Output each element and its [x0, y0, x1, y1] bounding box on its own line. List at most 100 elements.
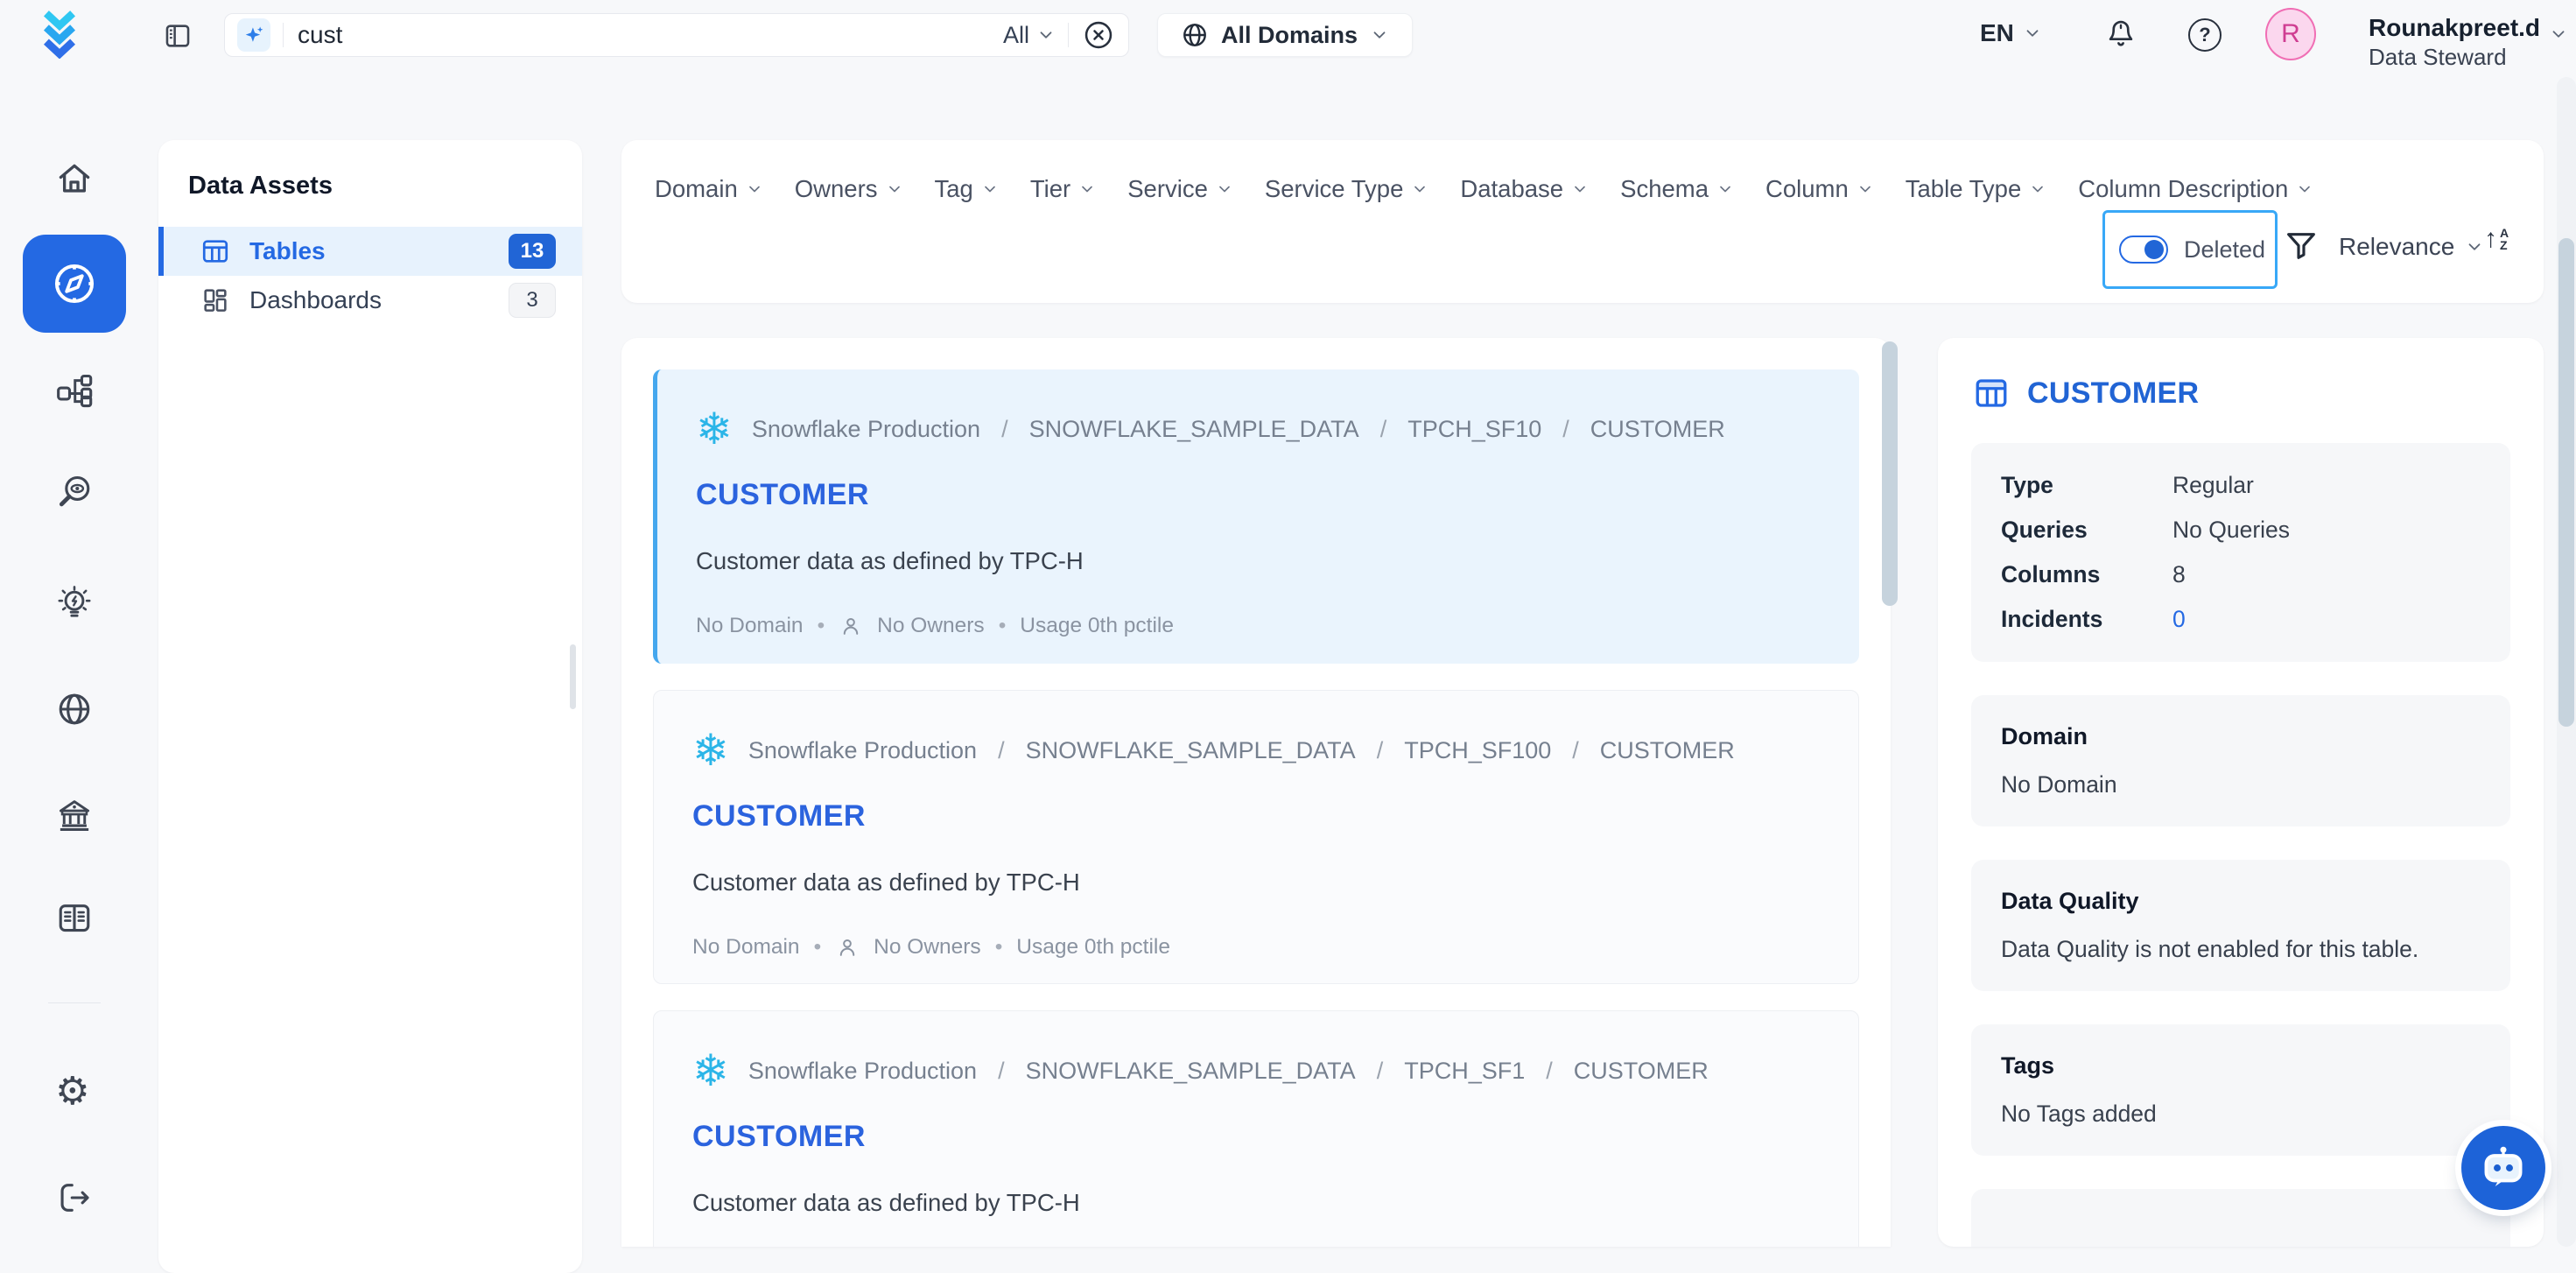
sidebar-item-glossary[interactable]	[55, 899, 94, 938]
filter-owners[interactable]: Owners	[795, 175, 903, 203]
sidebar-item-lineage[interactable]	[55, 371, 94, 410]
sidebar-collapse-button[interactable]	[163, 21, 193, 51]
section-body: No Tags added	[2001, 1101, 2481, 1128]
crumb-service[interactable]: Snowflake Production	[752, 416, 980, 443]
filter-domain[interactable]: Domain	[655, 175, 763, 203]
chevron-down-icon	[1571, 180, 1589, 198]
crumb-table[interactable]: CUSTOMER	[1600, 737, 1735, 764]
deleted-toggle[interactable]	[2119, 236, 2168, 264]
crumb-service[interactable]: Snowflake Production	[748, 1058, 977, 1085]
search-eye-icon	[55, 473, 94, 511]
avatar[interactable]: R	[2265, 8, 2316, 60]
crumb-schema[interactable]: TPCH_SF10	[1407, 416, 1541, 443]
sort-direction-button[interactable]: ↑ A Z	[2484, 226, 2509, 252]
user-menu[interactable]: Rounakpreet.d Data Steward	[2369, 13, 2540, 71]
asset-type-tables[interactable]: Tables 13	[158, 227, 582, 276]
snowflake-icon: ❄	[692, 728, 729, 772]
result-card-tpch-sf10[interactable]: ❄ Snowflake Production / SNOWFLAKE_SAMPL…	[653, 369, 1859, 664]
sort-arrow-icon: ↑	[2484, 226, 2497, 252]
bell-icon	[2104, 18, 2137, 51]
result-meta: No Domain • No Owners • Usage 0th pctile	[696, 614, 1821, 638]
result-description: Customer data as defined by TPC-H	[692, 869, 1820, 897]
sidebar-item-insights[interactable]	[55, 583, 94, 622]
language-dropdown[interactable]: EN	[1980, 19, 2042, 47]
sidebar-divider	[48, 1002, 101, 1003]
summary-title-link[interactable]: CUSTOMER	[2027, 376, 2199, 411]
all-domains-dropdown[interactable]: All Domains	[1157, 13, 1413, 57]
explore-filter-bar: Domain Owners Tag Tier Service Service T…	[621, 140, 2544, 303]
section-title: Domain	[2001, 723, 2481, 750]
crumb-database[interactable]: SNOWFLAKE_SAMPLE_DATA	[1026, 1058, 1356, 1085]
result-card-tpch-sf1[interactable]: ❄ Snowflake Production / SNOWFLAKE_SAMPL…	[653, 1010, 1859, 1247]
sidebar-item-home[interactable]	[55, 159, 94, 198]
sidebar-item-logout[interactable]	[55, 1178, 94, 1217]
result-title-link[interactable]: CUSTOMER	[692, 799, 866, 833]
ai-search-icon[interactable]	[237, 18, 270, 52]
compass-icon	[50, 259, 99, 308]
info-label-queries: Queries	[2001, 516, 2172, 545]
chevron-down-icon	[2549, 25, 2568, 44]
sidebar-item-governance[interactable]	[55, 796, 94, 834]
window-scrollbar-thumb[interactable]	[2558, 238, 2574, 727]
search-scope-label: All	[1003, 22, 1029, 49]
filter-schema[interactable]: Schema	[1620, 175, 1734, 203]
filter-column-description[interactable]: Column Description	[2078, 175, 2313, 203]
info-label-type: Type	[2001, 471, 2172, 500]
filter-funnel-button[interactable]	[2283, 228, 2320, 264]
count-badge: 13	[509, 234, 556, 269]
house-icon	[55, 159, 94, 198]
crumb-database[interactable]: SNOWFLAKE_SAMPLE_DATA	[1026, 737, 1356, 764]
search-clear-button[interactable]	[1081, 18, 1116, 53]
summary-section-partial	[1971, 1189, 2510, 1247]
meta-domain: No Domain	[696, 614, 804, 638]
result-description: Customer data as defined by TPC-H	[696, 547, 1821, 575]
asset-type-dashboards[interactable]: Dashboards 3	[158, 276, 582, 325]
breadcrumb: ❄ Snowflake Production / SNOWFLAKE_SAMPL…	[692, 1048, 1820, 1094]
search-scope-dropdown[interactable]: All	[1003, 22, 1056, 49]
result-title-link[interactable]: CUSTOMER	[692, 1120, 866, 1154]
list-scrollbar-thumb[interactable]	[1882, 341, 1898, 606]
filter-tag[interactable]: Tag	[935, 175, 999, 203]
crumb-table[interactable]: CUSTOMER	[1574, 1058, 1709, 1085]
filter-database[interactable]: Database	[1460, 175, 1589, 203]
sidebar-item-explore[interactable]	[23, 235, 126, 333]
crumb-schema[interactable]: TPCH_SF1	[1404, 1058, 1525, 1085]
crumb-table[interactable]: CUSTOMER	[1590, 416, 1725, 443]
all-domains-label: All Domains	[1221, 22, 1358, 49]
filter-table-type[interactable]: Table Type	[1906, 175, 2047, 203]
chevron-down-icon	[1216, 180, 1233, 198]
avatar-initial: R	[2281, 19, 2300, 49]
crumb-service[interactable]: Snowflake Production	[748, 737, 977, 764]
result-title-link[interactable]: CUSTOMER	[696, 478, 869, 512]
user-menu-chevron[interactable]	[2549, 25, 2568, 44]
gear-icon: ⚙	[55, 1070, 89, 1113]
help-button[interactable]: ?	[2188, 18, 2222, 52]
left-panel-scrollbar-thumb[interactable]	[570, 644, 576, 709]
app-logo[interactable]	[35, 10, 84, 59]
meta-owners: No Owners	[877, 614, 985, 638]
search-results-list: ❄ Snowflake Production / SNOWFLAKE_SAMPL…	[621, 338, 1891, 1247]
clear-icon	[1083, 19, 1114, 51]
search-input[interactable]	[296, 20, 991, 50]
filter-column[interactable]: Column	[1765, 175, 1874, 203]
sidebar-item-settings[interactable]: ⚙	[55, 1073, 94, 1111]
sort-field-dropdown[interactable]: Relevance	[2339, 228, 2484, 266]
global-search: All	[224, 13, 1129, 57]
breadcrumb: ❄ Snowflake Production / SNOWFLAKE_SAMPL…	[692, 728, 1820, 773]
crumb-database[interactable]: SNOWFLAKE_SAMPLE_DATA	[1029, 416, 1359, 443]
incidents-link[interactable]: 0	[2172, 605, 2481, 634]
chat-widget-button[interactable]	[2461, 1126, 2545, 1210]
globe-icon	[1181, 21, 1209, 49]
chevron-down-icon	[1857, 180, 1874, 198]
filter-tier[interactable]: Tier	[1030, 175, 1096, 203]
notifications-button[interactable]	[2104, 18, 2137, 51]
sort-field-label: Relevance	[2339, 233, 2454, 261]
result-card-tpch-sf100[interactable]: ❄ Snowflake Production / SNOWFLAKE_SAMPL…	[653, 690, 1859, 984]
question-icon: ?	[2199, 24, 2210, 46]
sidebar-item-domains[interactable]	[55, 690, 94, 728]
crumb-schema[interactable]: TPCH_SF100	[1404, 737, 1551, 764]
asset-type-label: Tables	[249, 237, 326, 265]
filter-service-type[interactable]: Service Type	[1265, 175, 1428, 203]
sidebar-item-observability[interactable]	[55, 473, 94, 511]
filter-service[interactable]: Service	[1127, 175, 1233, 203]
